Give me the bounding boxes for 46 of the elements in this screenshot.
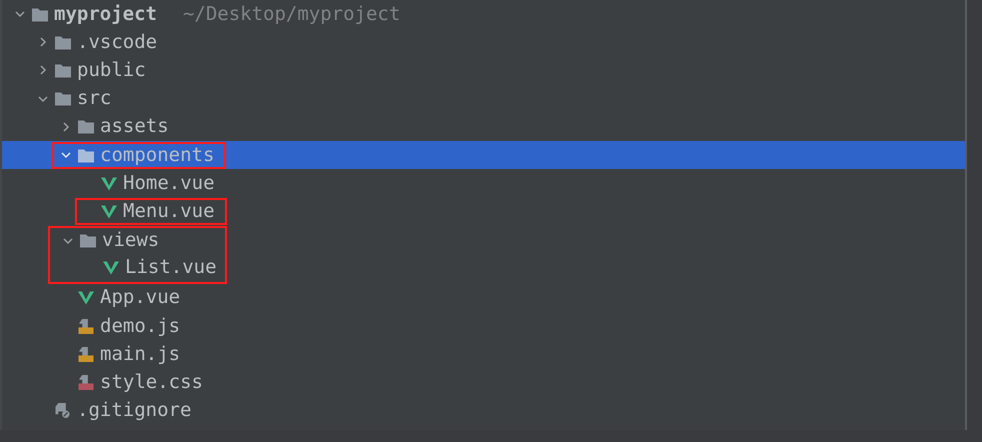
v-icon [101,176,117,191]
tree-row[interactable]: Home.vue [2,169,965,198]
file-name: App.vue [100,285,180,310]
file-name: Home.vue [123,170,215,196]
file-name: .gitignore [77,398,192,424]
tree-row[interactable]: main.js [2,340,965,368]
file-name: Menu.vue [123,198,215,224]
folder-icon [55,91,71,106]
file-name: public [77,58,146,83]
folder-icon [80,233,96,248]
file-name: assets [100,114,169,140]
tree-row[interactable]: public [2,56,965,85]
tree-row[interactable]: assets [2,112,965,141]
tree-row[interactable]: style.css [2,368,965,397]
file-name: myproject [54,2,157,27]
file-name: views [102,228,160,254]
tree-row[interactable]: Menu.vue [2,197,965,226]
folder-icon [55,34,71,50]
v-icon [78,290,94,306]
folder-icon [55,62,71,78]
folder-icon [78,119,94,134]
file-name: src [77,86,112,112]
file-icon [78,346,94,362]
file-icon [78,375,94,390]
tree-row[interactable]: components [2,140,965,170]
file-name: main.js [100,342,180,367]
file-name: List.vue [125,255,217,280]
tree-row[interactable]: .vscode [2,28,965,56]
file-name: demo.js [100,314,180,339]
v-icon [103,260,119,276]
tree-row[interactable]: .gitignore [2,396,965,425]
file-name: .vscode [77,30,158,55]
folder-icon [78,148,94,163]
tree-row[interactable]: App.vue [2,284,965,312]
ignored-file-icon [55,403,71,418]
file-name: components [100,142,214,168]
tree-row[interactable]: src [2,84,965,113]
tree-row[interactable]: views [50,226,217,255]
tree-row[interactable]: List.vue [50,254,217,282]
file-name: style.css [100,370,203,396]
tree-row[interactable]: myproject ~/Desktop/myproject [2,0,965,28]
folder-icon [32,6,48,22]
tree-row[interactable]: demo.js [2,312,965,340]
file-icon [78,318,94,334]
project-path: ~/Desktop/myproject [182,2,400,27]
v-icon [101,204,117,219]
